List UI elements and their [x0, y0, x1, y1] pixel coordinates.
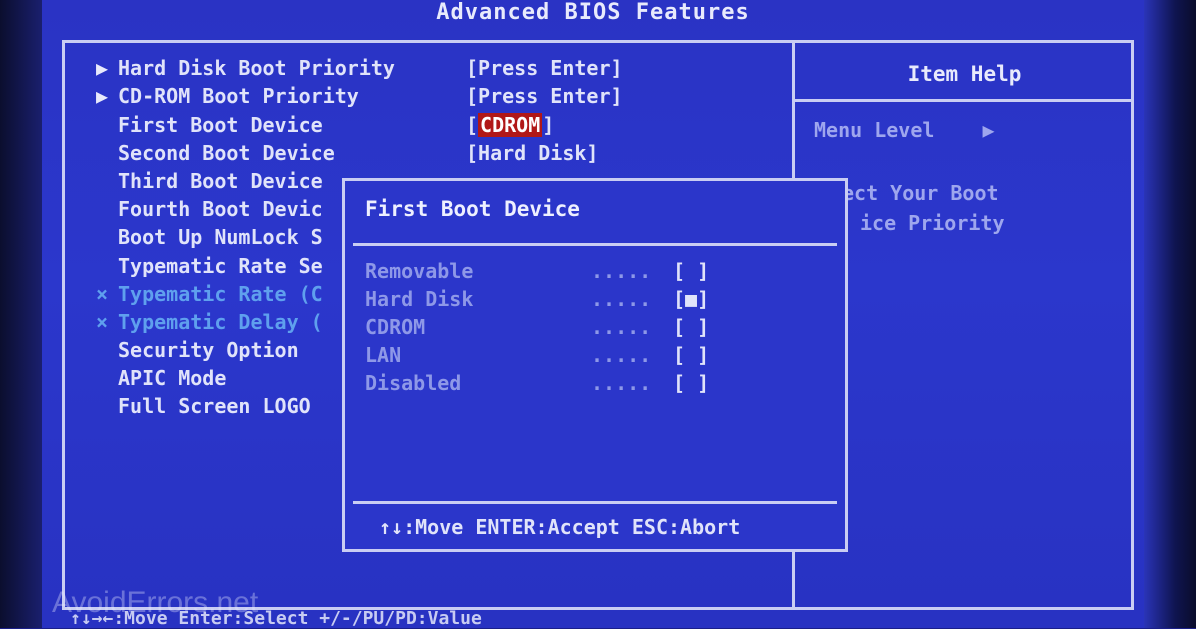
first-boot-device-dialog: First Boot Device Removable ..... [ ] Ha… — [342, 178, 848, 552]
dialog-title: First Boot Device — [365, 197, 580, 221]
dialog-divider — [353, 243, 837, 246]
option-dots: ..... — [591, 259, 652, 283]
menu-item-fourth-boot-device[interactable]: Fourth Boot Devic — [96, 195, 323, 223]
help-text: ect Your Boot ice Priority — [842, 178, 1005, 238]
menu-item-typematic-rate: × Typematic Rate (C — [96, 282, 323, 306]
bottom-key-hints: ↑↓→←:Move Enter:Select +/-/PU/PD:Value — [70, 608, 482, 629]
page-title: Advanced BIOS Features — [436, 0, 750, 25]
submenu-arrow-icon: ▶ — [96, 84, 109, 108]
option-checkbox[interactable]: [ ] — [673, 369, 709, 397]
menu-value-selected[interactable]: [CDROM] — [466, 111, 554, 139]
menu-item-third-boot-device[interactable]: Third Boot Device — [96, 167, 323, 195]
menu-value[interactable]: [Press Enter] — [466, 82, 623, 110]
help-title-divider — [795, 99, 1134, 102]
menu-item-boot-up-numlock[interactable]: Boot Up NumLock S — [96, 223, 323, 251]
option-dots: ..... — [591, 315, 652, 339]
monitor-bezel-right — [1144, 0, 1196, 628]
selected-value-highlight: CDROM — [478, 113, 543, 137]
help-text-line: ect Your Boot — [842, 181, 999, 205]
option-checkbox[interactable]: [ ] — [673, 313, 709, 341]
option-dots: ..... — [591, 287, 652, 311]
submenu-arrow-icon: ▶ — [96, 56, 109, 80]
dialog-key-hints: ↑↓:Move ENTER:Accept ESC:Abort — [379, 515, 741, 539]
menu-level: Menu Level ▶ — [814, 118, 995, 142]
option-removable[interactable]: Removable — [365, 257, 473, 285]
menu-item-first-boot-device[interactable]: First Boot Device — [96, 111, 323, 139]
menu-item-hard-disk-boot-priority[interactable]: ▶ Hard Disk Boot Priority — [96, 54, 395, 82]
menu-item-second-boot-device[interactable]: Second Boot Device — [96, 139, 335, 167]
option-hard-disk[interactable]: Hard Disk — [365, 285, 473, 313]
option-cdrom[interactable]: CDROM — [365, 313, 425, 341]
option-checkbox[interactable]: [ ] — [673, 257, 709, 285]
menu-item-full-screen-logo[interactable]: Full Screen LOGO — [96, 392, 311, 420]
menu-item-apic-mode[interactable]: APIC Mode — [96, 364, 226, 392]
option-checkbox[interactable]: [ ] — [673, 341, 709, 369]
disabled-marker-icon: × — [96, 282, 109, 306]
dialog-footer-divider — [353, 501, 837, 504]
bios-screen: Advanced BIOS Features Item Help Menu Le… — [0, 0, 1196, 629]
menu-value[interactable]: [Hard Disk] — [466, 139, 598, 167]
item-help-title: Item Help — [907, 62, 1022, 86]
option-disabled[interactable]: Disabled — [365, 369, 461, 397]
option-lan[interactable]: LAN — [365, 341, 401, 369]
option-dots: ..... — [591, 343, 652, 367]
menu-item-typematic-delay: × Typematic Delay ( — [96, 310, 323, 334]
menu-item-security-option[interactable]: Security Option — [96, 336, 299, 364]
menu-item-typematic-rate-setting[interactable]: Typematic Rate Se — [96, 252, 323, 280]
help-text-line: ice Priority — [860, 211, 1005, 235]
menu-level-label: Menu Level — [814, 118, 935, 142]
menu-item-cdrom-boot-priority[interactable]: ▶ CD-ROM Boot Priority — [96, 82, 359, 110]
disabled-marker-icon: × — [96, 310, 109, 334]
menu-level-marker-icon: ▶ — [982, 118, 995, 142]
menu-value[interactable]: [Press Enter] — [466, 54, 623, 82]
option-dots: ..... — [591, 371, 652, 395]
option-checkbox-checked[interactable]: [■] — [673, 285, 709, 313]
monitor-bezel-left — [0, 0, 42, 628]
